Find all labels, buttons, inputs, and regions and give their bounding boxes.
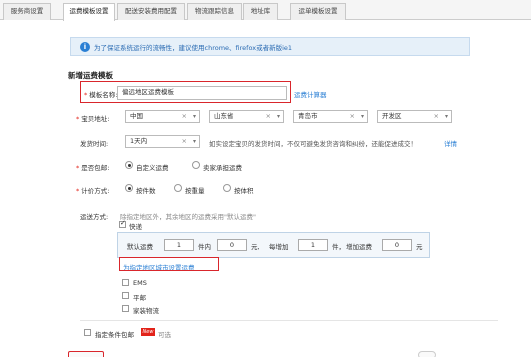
shipping-method-hint: 除指定地区外，其余地区的运费采用"默认运费" [120, 213, 256, 221]
by-count-label: 按件数 [136, 187, 156, 195]
freight-calculator-link[interactable]: 运费计算器 [294, 89, 327, 99]
save-button[interactable] [68, 351, 104, 357]
radio-seller-pays[interactable] [192, 161, 200, 169]
ship-time-note: 如实设定宝贝的发货时间，不仅可避免发货咨询和纠纷，还能促进成交！ [209, 140, 417, 148]
by-weight-label: 按重量 [185, 187, 205, 195]
new-badge: New [141, 328, 155, 336]
browser-notice: i 为了保证系统运行的流畅性，建议使用chrome、firefox或者新版ie1 [70, 37, 470, 56]
chevron-down-icon: ▾ [360, 113, 364, 120]
clear-icon[interactable]: × [266, 111, 271, 122]
conditional-free-checkbox[interactable] [84, 329, 91, 336]
notice-text: 为了保证系统运行的流畅性，建议使用chrome、firefox或者新版ie1 [94, 44, 293, 52]
clear-icon[interactable]: × [182, 111, 187, 122]
home-logistics-checkbox[interactable] [122, 305, 129, 312]
ship-time-detail-link[interactable]: 详情 [444, 138, 457, 148]
express-checkbox[interactable] [119, 219, 126, 228]
seller-pays-label: 卖家承担运费 [203, 164, 242, 172]
chevron-down-icon: ▾ [276, 113, 280, 120]
first-count-input[interactable]: 1 [164, 239, 194, 251]
chevron-down-icon: ▾ [192, 138, 196, 145]
tab-freight-template[interactable]: 运费模板设置 [63, 3, 115, 21]
custom-freight-label: 自定义运费 [136, 164, 169, 172]
shipping-method-label: 运送方式: [80, 213, 109, 221]
radio-by-volume[interactable] [223, 184, 231, 192]
free-shipping-label: * 是否包邮: [76, 164, 110, 172]
ems-label: EMS [133, 279, 147, 287]
radio-by-count[interactable] [125, 184, 133, 192]
tab-address-library[interactable]: 地址库 [243, 3, 278, 20]
clear-icon[interactable]: × [434, 111, 439, 122]
chevron-down-icon: ▾ [444, 113, 448, 120]
home-logistics-label: 家装物流 [133, 307, 159, 315]
tab-bar: 服务商设置 运费模板设置 配送安装费用配置 物流跟踪信息 地址库 运单模板设置 [0, 0, 531, 21]
add-unit-label: 件， [332, 243, 345, 251]
tab-logistics-tracking[interactable]: 物流跟踪信息 [187, 3, 242, 20]
radio-by-weight[interactable] [174, 184, 182, 192]
section-title: 新增运费模板 [68, 71, 113, 80]
tab-waybill-template[interactable]: 运单模板设置 [290, 3, 346, 20]
yuan-label: 元, [251, 243, 260, 251]
province-select[interactable]: 山东省 × ▾ [209, 110, 284, 123]
highlight-region-link [119, 257, 219, 271]
count-unit-label: 件内 [198, 243, 211, 251]
tab-delivery-install-fee[interactable]: 配送安装费用配置 [117, 3, 185, 20]
ship-time-label: 发货时间: [80, 140, 109, 148]
default-fee-label: 默认运费 [127, 243, 153, 251]
add-count-label: 每增加 [269, 243, 289, 251]
yuan-end-label: 元 [416, 243, 423, 251]
radio-custom-freight[interactable] [125, 161, 133, 169]
add-count-input[interactable]: 1 [298, 239, 328, 251]
address-label: * 宝贝地址: [76, 115, 110, 123]
cancel-button[interactable] [418, 351, 436, 357]
info-icon: i [80, 42, 90, 52]
clear-icon[interactable]: × [350, 111, 355, 122]
country-select[interactable]: 中国 × ▾ [125, 110, 200, 123]
add-fee-input[interactable]: 0 [382, 239, 412, 251]
surface-mail-label: 平邮 [133, 294, 146, 302]
pricing-label: * 计价方式: [76, 187, 110, 195]
clear-icon[interactable]: × [182, 136, 187, 147]
default-fee-row: 默认运费 1 件内 0 元, 每增加 1 件， 增加运费 0 元 [117, 232, 430, 258]
ems-checkbox[interactable] [122, 279, 129, 286]
surface-mail-checkbox[interactable] [122, 292, 129, 299]
by-volume-label: 按体积 [234, 187, 254, 195]
express-label: 快递 [129, 223, 142, 231]
highlight-template-name [80, 81, 291, 103]
divider [80, 320, 498, 321]
conditional-free-label: 指定条件包邮 [95, 331, 134, 339]
add-fee-label: 增加运费 [346, 243, 372, 251]
city-select[interactable]: 青岛市 × ▾ [293, 110, 368, 123]
chevron-down-icon: ▾ [192, 113, 196, 120]
tab-service-provider[interactable]: 服务商设置 [3, 3, 51, 20]
conditional-free-hint: 可选 [158, 331, 171, 339]
ship-time-select[interactable]: 1天内 × ▾ [125, 135, 200, 148]
first-fee-input[interactable]: 0 [217, 239, 247, 251]
district-select[interactable]: 开发区 × ▾ [377, 110, 452, 123]
